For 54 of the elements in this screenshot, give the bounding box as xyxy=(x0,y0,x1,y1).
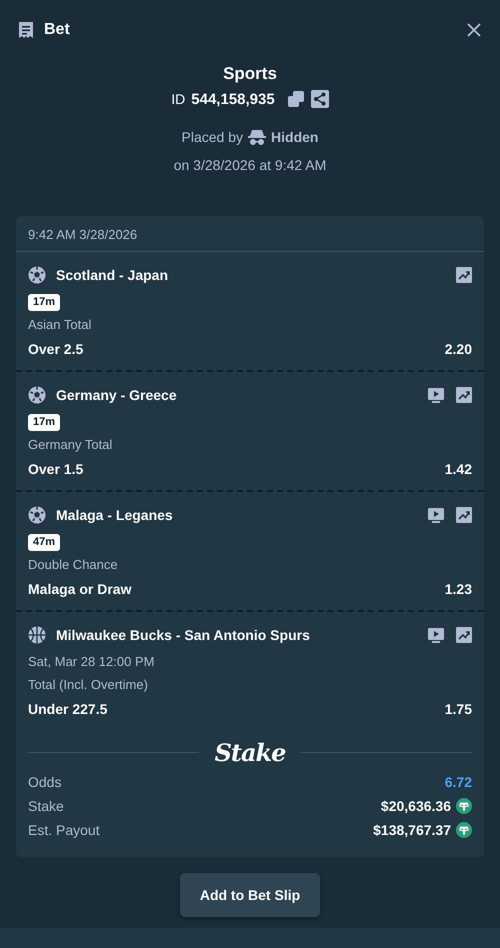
stats-icon[interactable] xyxy=(456,507,472,523)
placed-by-label: Placed by xyxy=(182,129,244,145)
event-name[interactable]: Scotland - Japan xyxy=(56,267,446,283)
time-badge: 17m xyxy=(28,414,60,431)
bet-category: Sports xyxy=(223,64,277,84)
modal-title: Bet xyxy=(44,21,70,39)
time-badge: 17m xyxy=(28,294,60,311)
start-time: Sat, Mar 28 12:00 PM xyxy=(28,654,156,671)
total-odds: 6.72 xyxy=(444,774,472,790)
bet-timestamp: 9:42 AM 3/28/2026 xyxy=(16,216,484,252)
time-badge: 47m xyxy=(28,534,60,551)
bet-id: 544,158,935 xyxy=(191,90,275,108)
odds-value: 1.75 xyxy=(444,701,472,717)
market-name: Germany Total xyxy=(28,437,114,452)
soccer-ball-icon xyxy=(28,506,46,524)
odds-value: 1.23 xyxy=(444,581,472,597)
market-name: Double Chance xyxy=(28,557,119,572)
basketball-icon xyxy=(28,626,46,644)
id-label: ID xyxy=(171,91,186,107)
selection: Over 2.5 xyxy=(28,341,84,357)
event-name[interactable]: Germany - Greece xyxy=(56,387,418,403)
event-name[interactable]: Milwaukee Bucks - San Antonio Spurs xyxy=(56,627,418,643)
soccer-ball-icon xyxy=(28,266,46,284)
amount: $20,636.36 xyxy=(380,798,451,814)
soccer-ball-icon xyxy=(28,386,46,404)
event-name[interactable]: Malaga - Leganes xyxy=(56,507,418,523)
market-name: Asian Total xyxy=(28,317,92,332)
copy-icon[interactable] xyxy=(286,90,305,108)
close-icon[interactable] xyxy=(465,21,483,39)
share-icon[interactable] xyxy=(310,90,329,108)
receipt-icon xyxy=(17,21,35,39)
username: Hidden xyxy=(271,129,318,145)
selection: Over 1.5 xyxy=(28,461,84,477)
tether-coin-icon xyxy=(456,822,472,838)
tv-icon[interactable] xyxy=(428,508,444,522)
odds-value: 1.42 xyxy=(444,461,472,477)
placed-date: on 3/28/2026 at 9:42 AM xyxy=(174,157,326,173)
odds-value: 2.20 xyxy=(444,341,472,357)
total-label: Odds xyxy=(28,774,62,790)
selection: Malaga or Draw xyxy=(28,581,132,597)
add-to-bet-slip-button[interactable]: Add to Bet Slip xyxy=(180,873,320,917)
brand-logo: Stake xyxy=(214,738,286,767)
amount: $138,767.37 xyxy=(373,822,451,838)
incognito-icon xyxy=(248,129,266,145)
stats-icon[interactable] xyxy=(456,627,472,643)
selection: Under 227.5 xyxy=(28,701,108,717)
tv-icon[interactable] xyxy=(428,628,444,642)
market-name: Total (Incl. Overtime) xyxy=(28,677,149,692)
tether-coin-icon xyxy=(456,798,472,814)
total-label: Est. Payout xyxy=(28,822,100,838)
total-label: Stake xyxy=(28,798,64,814)
stats-icon[interactable] xyxy=(456,267,472,283)
tv-icon[interactable] xyxy=(428,388,444,402)
stats-icon[interactable] xyxy=(456,387,472,403)
